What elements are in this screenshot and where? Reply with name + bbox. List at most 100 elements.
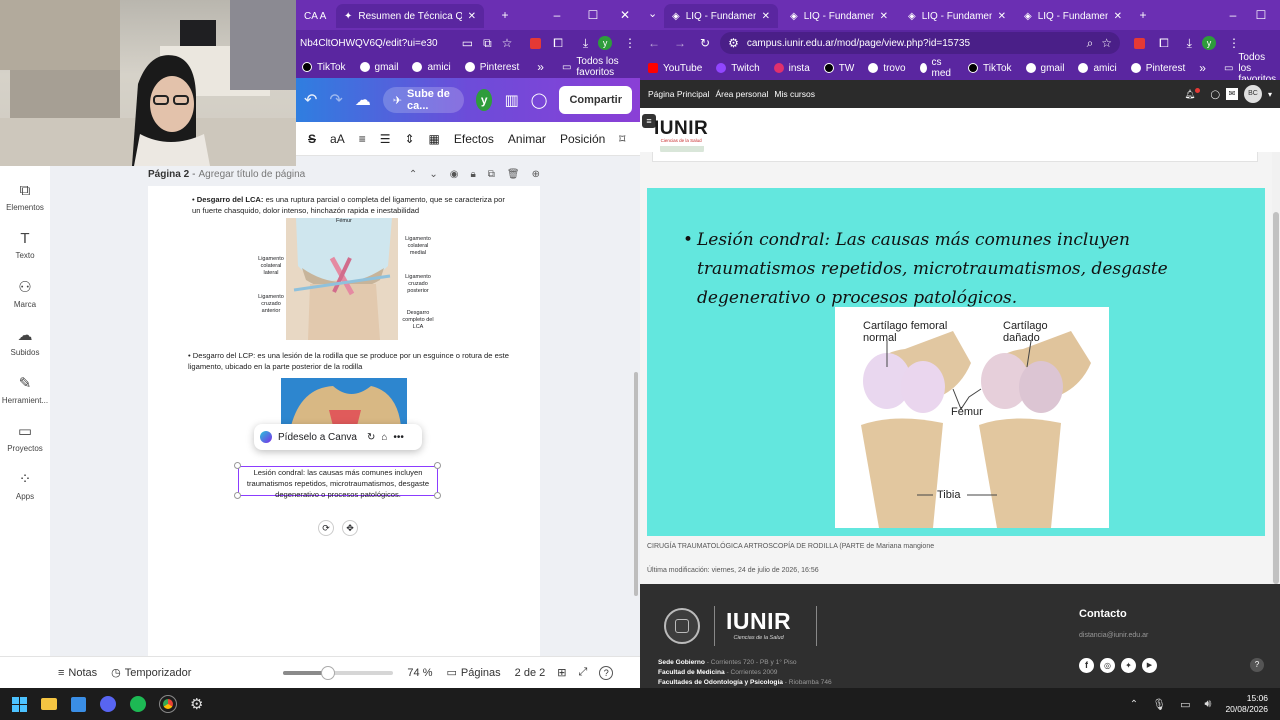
duplicate-icon[interactable]: ⧉ [488,169,495,180]
bookmark-amici[interactable]: amici [412,62,451,73]
user-avatar[interactable]: BC [1243,85,1262,103]
footer-logo[interactable]: IUNIR Ciencias de la Salud [726,608,791,641]
windows-store-icon[interactable] [71,696,86,712]
sidebar-item-projects[interactable]: ▭ Proyectos [0,422,50,453]
minimize-icon[interactable]: – [548,6,566,24]
design-page[interactable]: • Desgarro del LCA: es una ruptura parci… [148,186,540,660]
more-icon[interactable]: ••• [393,432,404,443]
download-icon[interactable]: ⤓ [1187,36,1192,51]
align-icon[interactable]: ≡ [359,132,366,146]
url-text[interactable]: campus.iunir.edu.ar/mod/page/view.php?id… [747,38,970,49]
bookmark-gmail[interactable]: gmail [359,62,398,73]
bullet-pcl-tear[interactable]: • Desgarro del LCP: es una lesión de la … [188,350,518,372]
resize-handle[interactable] [234,462,241,469]
twitter-icon[interactable]: ✦ [1121,658,1136,673]
page-scrollbar-thumb[interactable] [1273,212,1279,584]
resize-handle[interactable] [234,492,241,499]
maximize-icon[interactable]: ☐ [584,6,602,24]
refresh-icon[interactable]: ↻ [367,432,375,443]
notes-icon[interactable]: ≡ [58,667,64,679]
rotate-handle-icon[interactable]: ⟳ [318,520,334,536]
contact-email[interactable]: distancia@iunir.edu.ar [1079,632,1148,639]
animate-button[interactable]: Animar [508,132,546,146]
show-hidden-icons[interactable]: ⌃ [1130,699,1138,710]
bullet-acl-tear[interactable]: • Desgarro del LCA: es una ruptura parci… [192,194,512,216]
position-button[interactable]: Posición [560,132,605,146]
pages-icon[interactable]: ▭ [447,666,457,679]
star-icon[interactable]: ☆ [502,36,513,50]
zoom-value[interactable]: 74 % [407,667,432,679]
redo-icon[interactable]: ↷ [329,90,342,110]
acl-knee-image[interactable]: Fémur Ligamento colateral lateral Ligame… [254,218,436,340]
font-size-icon[interactable]: aA [330,132,345,146]
grid-view-icon[interactable]: ⊞ [557,666,566,679]
tab-close-icon[interactable]: ✕ [1114,11,1122,22]
lock-icon[interactable]: 🔒︎ [470,169,475,180]
insights-icon[interactable]: ▥ [504,91,518,109]
sidebar-item-elements[interactable]: ⧉ Elementos [0,182,50,212]
tab-close-icon[interactable]: ✕ [880,11,888,22]
undo-icon[interactable]: ↶ [304,90,317,110]
lock-icon[interactable]: ⌂ [381,432,387,443]
instagram-icon[interactable]: ◎ [1100,658,1115,673]
tab-close-icon[interactable]: ✕ [762,11,770,22]
messages-icon[interactable]: ✉ [1225,88,1238,100]
chevron-up-icon[interactable]: ⌃ [409,169,417,180]
back-icon[interactable]: ← [648,36,660,50]
chevron-down-icon[interactable]: ⌄ [429,169,437,180]
move-handle-icon[interactable]: ✥ [342,520,358,536]
file-explorer-icon[interactable] [41,698,57,710]
canvas-scrollbar[interactable] [634,372,638,596]
forward-icon[interactable]: → [674,36,686,50]
spotify-icon[interactable] [130,696,146,712]
share-button[interactable]: Compartir [559,86,632,114]
upload-button[interactable]: ✈ Sube de ca... [382,87,464,113]
pcl-knee-image[interactable] [281,378,407,426]
help-icon[interactable]: ? [1250,658,1264,672]
user-menu-chevron-icon[interactable]: ▾ [1268,90,1272,99]
spacing-icon[interactable]: ⇕ [404,132,414,146]
reload-icon[interactable]: ↻ [700,36,710,50]
url-text[interactable]: Nb4CltOHWQV6Q/edit?ui=e30 [300,38,458,49]
tab-close-icon[interactable]: ✕ [998,11,1006,22]
sidebar-item-brand[interactable]: ⚇ Marca [0,278,50,309]
extensions-icon[interactable]: ⧠ [1159,36,1169,51]
zoom-icon[interactable]: ⌕ [1087,36,1094,51]
profile-avatar[interactable]: y [598,36,612,50]
extensions-icon[interactable]: ⧠ [553,36,563,51]
more-bookmarks-icon[interactable]: » [1199,61,1206,75]
volume-icon[interactable]: 🔊︎ [1205,698,1212,711]
maximize-icon[interactable]: ☐ [1252,6,1270,24]
transparency-icon[interactable]: ▦ [429,132,440,146]
tab-1[interactable]: ✦ Resumen de Técnica Quirúrgic ✕ [336,4,484,28]
bookmark-tw[interactable]: TW [823,63,854,74]
effects-button[interactable]: Efectos [454,132,494,146]
install-icon[interactable]: ▭ [462,36,473,50]
star-icon[interactable]: ☆ [1101,36,1112,50]
zoom-slider[interactable] [283,665,394,680]
cloud-save-icon[interactable]: ☁ [355,90,371,110]
list-icon[interactable]: ☰ [380,132,391,146]
clock[interactable]: 15:06 20/08/2026 [1225,693,1268,715]
timer-button[interactable]: Temporizador [125,667,192,679]
menu-icon[interactable]: ⋮ [624,36,636,50]
ask-canva-button[interactable]: Pídeselo a Canva [278,432,357,443]
eye-icon[interactable]: ◉ [450,169,459,180]
notes-button[interactable]: Notas [68,667,97,679]
bookmark-twitch[interactable]: Twitch [716,63,760,74]
resize-handle[interactable] [434,462,441,469]
tab-close-icon[interactable]: ✕ [468,11,476,22]
facebook-icon[interactable]: f [1079,658,1094,673]
profile-avatar[interactable]: y [1201,36,1216,50]
more-bookmarks-icon[interactable]: » [537,60,544,74]
menu-icon[interactable]: ⋮ [1228,36,1240,50]
fullscreen-icon[interactable]: ⤢ [578,666,587,679]
trash-icon[interactable]: 🗑︎ [507,169,520,180]
timer-icon[interactable]: ◷ [111,666,121,679]
bookmark-tiktok[interactable]: TikTok [968,63,1012,74]
tab-3[interactable]: ◈ LIQ - Fundamentos ✕ [1016,4,1130,28]
translate-icon[interactable]: ⧉ [483,36,492,51]
copy-style-icon[interactable]: ⌑ [619,132,625,146]
bookmark-trovo[interactable]: trovo [868,63,906,74]
strikethrough-icon[interactable]: S [308,132,316,146]
